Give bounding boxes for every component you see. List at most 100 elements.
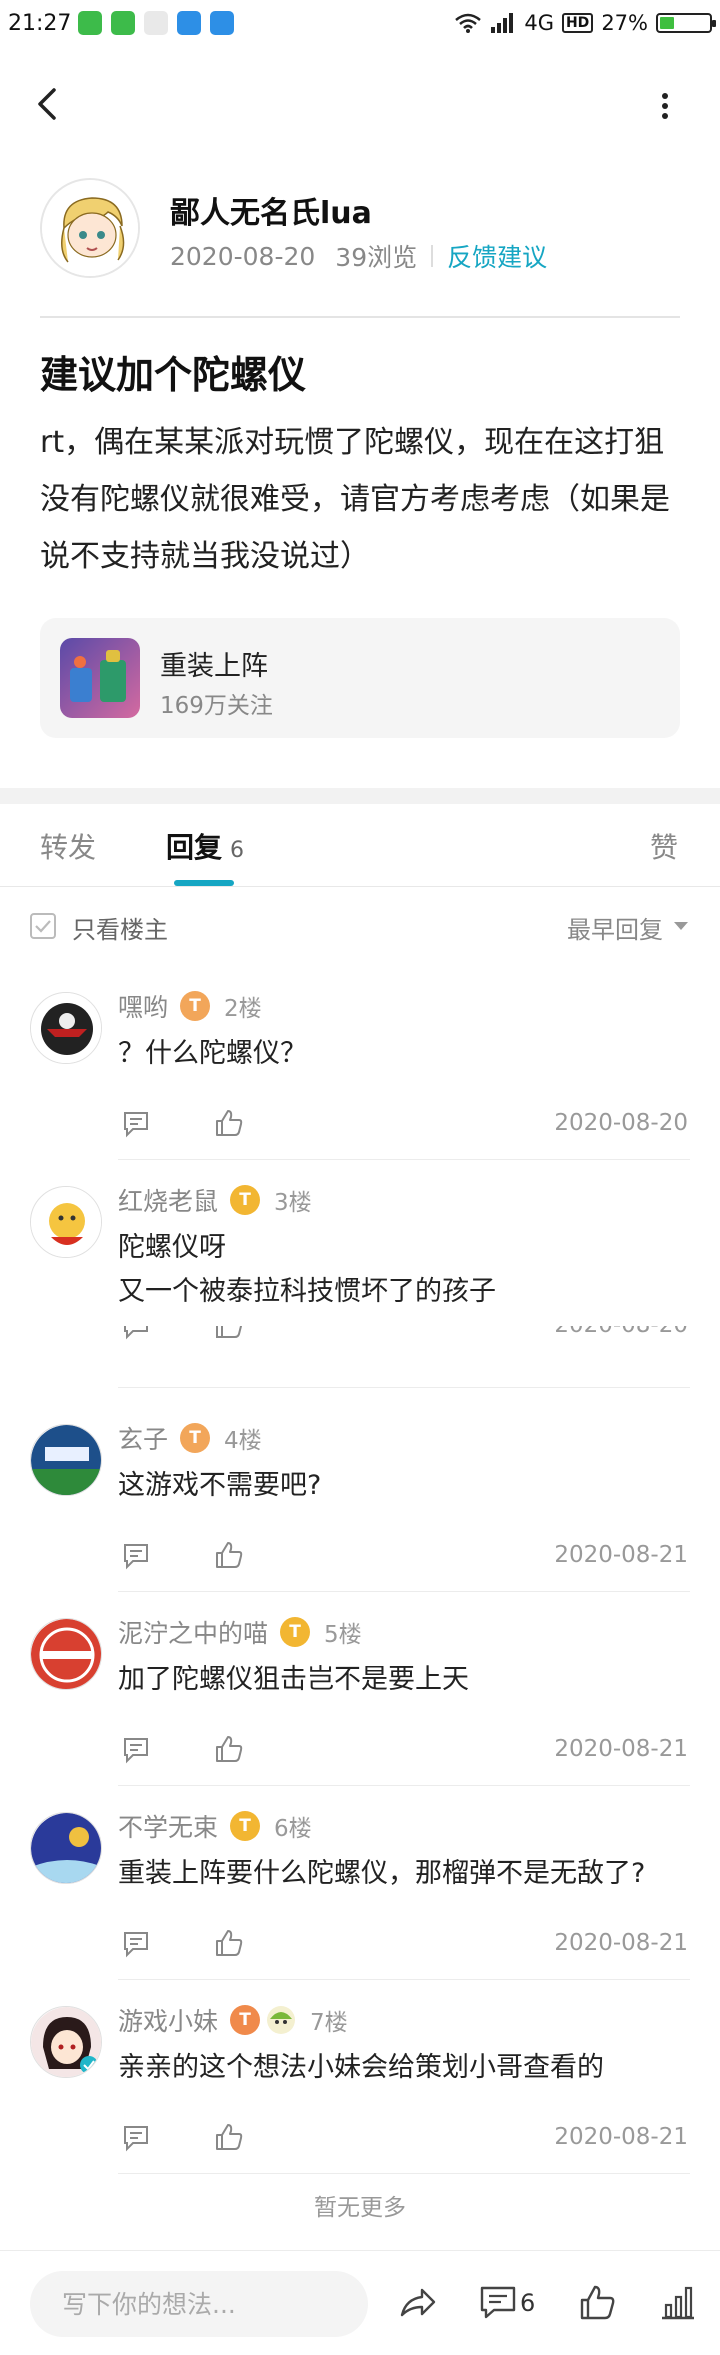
share-icon[interactable]: [398, 2283, 438, 2323]
post-category-link[interactable]: 反馈建议: [447, 238, 547, 274]
app-notification-icon: [78, 11, 102, 35]
comment-text: 这游戏不需要吧?: [118, 1464, 321, 1508]
post-date: 2020-08-20: [170, 241, 316, 271]
like-icon[interactable]: [214, 1734, 244, 1764]
battery-icon: [656, 13, 716, 33]
divider: [40, 316, 680, 318]
hd-badge: HD: [561, 13, 594, 33]
commenter-avatar[interactable]: [30, 992, 102, 1064]
game-card[interactable]: 重装上阵 169万关注: [40, 618, 680, 738]
reply-icon[interactable]: [122, 1542, 150, 1570]
comment-actions: 2020-08-21: [118, 1538, 688, 1574]
reply-icon[interactable]: [122, 1110, 150, 1138]
commenter-name[interactable]: 泥泞之中的喵: [118, 1614, 268, 1650]
anime-girl-avatar-icon: [31, 2007, 101, 2077]
commenter-avatar[interactable]: [30, 1424, 102, 1496]
comment-date: 2020-08-21: [554, 1542, 688, 1568]
reply-icon[interactable]: [122, 1736, 150, 1764]
chevron-down-icon[interactable]: [674, 922, 688, 930]
comment-item: 嘿哟 T 2楼 ？什么陀螺仪？ 2020-08-20: [0, 966, 720, 1160]
commenter-name[interactable]: 红烧老鼠: [118, 1182, 218, 1218]
red-badge-avatar-icon: [31, 1619, 101, 1689]
check-icon: [35, 920, 51, 933]
commenter-name[interactable]: 嘿哟: [118, 988, 168, 1024]
stats-icon[interactable]: [658, 2283, 698, 2323]
comment-line: 亲亲的这个想法小妹会给策划小哥查看的: [118, 2052, 604, 2083]
comment-date: 2020-08-21: [554, 2124, 688, 2150]
like-icon[interactable]: [214, 1540, 244, 1570]
app-notification-icon: [144, 11, 168, 35]
comment-header: 玄子 T 4楼: [118, 1420, 262, 1456]
comment-text: 陀螺仪呀 又一个被泰拉科技惯坏了的孩子: [118, 1226, 496, 1314]
level-badge: T: [180, 1423, 211, 1453]
comment-line: ？什么陀螺仪？: [118, 1038, 307, 1069]
floor-number: 4楼: [224, 1428, 262, 1454]
comment-header: 不学无束 T 6楼: [118, 1808, 312, 1844]
back-arrow-icon[interactable]: [30, 84, 70, 124]
comment-text: 亲亲的这个想法小妹会给策划小哥查看的: [118, 2046, 604, 2090]
level-badge: T: [280, 1617, 311, 1647]
commenter-avatar[interactable]: [30, 1186, 102, 1258]
app-notification-icon: [210, 11, 234, 35]
space-scene-avatar-icon: [31, 1813, 101, 1883]
comment-actions: 2020-08-20: [118, 1106, 688, 1142]
comment-text: 加了陀螺仪狙击岂不是要上天: [118, 1658, 469, 1702]
comment-actions: 2020-08-21: [118, 1732, 688, 1768]
commenter-avatar[interactable]: [30, 1812, 102, 1884]
status-bar: 21:27 4G HD 27%: [0, 0, 720, 50]
comment-header: 嘿哟 T 2楼: [118, 988, 262, 1024]
level-badge: T: [230, 1811, 261, 1841]
commenter-avatar[interactable]: [30, 2006, 102, 2078]
comment-input-box[interactable]: [30, 2271, 368, 2337]
comment-date: 2020-08-21: [554, 1736, 688, 1762]
divider: [118, 1387, 690, 1388]
anime-girl-avatar-icon: [42, 180, 138, 276]
comment-date: 2020-08-21: [554, 1930, 688, 1956]
like-icon[interactable]: [214, 1326, 244, 1340]
game-robot-art-icon: [60, 638, 140, 718]
emoji-face-avatar-icon: [31, 1187, 101, 1257]
tab-reply[interactable]: 回复 6: [166, 826, 244, 866]
comment-text: 重装上阵要什么陀螺仪，那榴弹不是无敌了?: [118, 1852, 645, 1896]
game-followers: 169万关注: [160, 693, 273, 719]
author-avatar[interactable]: [40, 178, 140, 278]
comment-item: 红烧老鼠 T 3楼 陀螺仪呀 又一个被泰拉科技惯坏了的孩子 2020-08-20: [0, 1160, 720, 1388]
sort-dropdown[interactable]: 最早回复: [567, 910, 663, 945]
tab-forward[interactable]: 转发: [40, 826, 96, 866]
app-notification-icon: [177, 11, 201, 35]
reply-icon[interactable]: [122, 1930, 150, 1958]
post-meta: 2020-08-20 39浏览 反馈建议: [170, 238, 547, 274]
meta-divider: [431, 245, 434, 267]
reply-icon[interactable]: [122, 1326, 150, 1340]
floor-number: 2楼: [224, 996, 262, 1022]
commenter-name[interactable]: 不学无束: [118, 1808, 218, 1844]
tab-like[interactable]: 赞: [650, 826, 678, 866]
floor-number: 6楼: [274, 1816, 312, 1842]
floor-number: 7楼: [310, 2010, 348, 2036]
commenter-name[interactable]: 游戏小妹: [118, 2002, 218, 2038]
only-author-checkbox[interactable]: [30, 913, 56, 939]
comment-input[interactable]: [30, 2271, 368, 2337]
battery-percent: 27%: [601, 11, 648, 35]
more-options-icon[interactable]: [650, 86, 680, 126]
comment-count: 6: [520, 2289, 536, 2317]
author-name[interactable]: 鄙人无名氏lua: [170, 188, 372, 232]
like-icon[interactable]: [578, 2283, 618, 2323]
like-icon[interactable]: [214, 1928, 244, 1958]
commenter-name[interactable]: 玄子: [118, 1420, 168, 1456]
level-badge: T: [180, 991, 211, 1021]
comment-header: 红烧老鼠 T 3楼: [118, 1182, 312, 1218]
status-right: 4G HD 27%: [454, 11, 716, 35]
landscape-avatar-icon: [31, 1425, 101, 1495]
commenter-avatar[interactable]: [30, 1618, 102, 1690]
reply-icon[interactable]: [122, 2124, 150, 2152]
like-icon[interactable]: [214, 2122, 244, 2152]
post-title: 建议加个陀螺仪: [40, 353, 307, 397]
like-icon[interactable]: [214, 1108, 244, 1138]
level-badge: T: [230, 1185, 261, 1215]
comment-actions: 2020-08-20: [118, 1326, 688, 1346]
comment-icon[interactable]: [478, 2283, 518, 2323]
comment-date: 2020-08-20: [554, 1110, 688, 1136]
comment-actions: 2020-08-21: [118, 2120, 688, 2156]
only-author-label[interactable]: 只看楼主: [72, 910, 168, 945]
